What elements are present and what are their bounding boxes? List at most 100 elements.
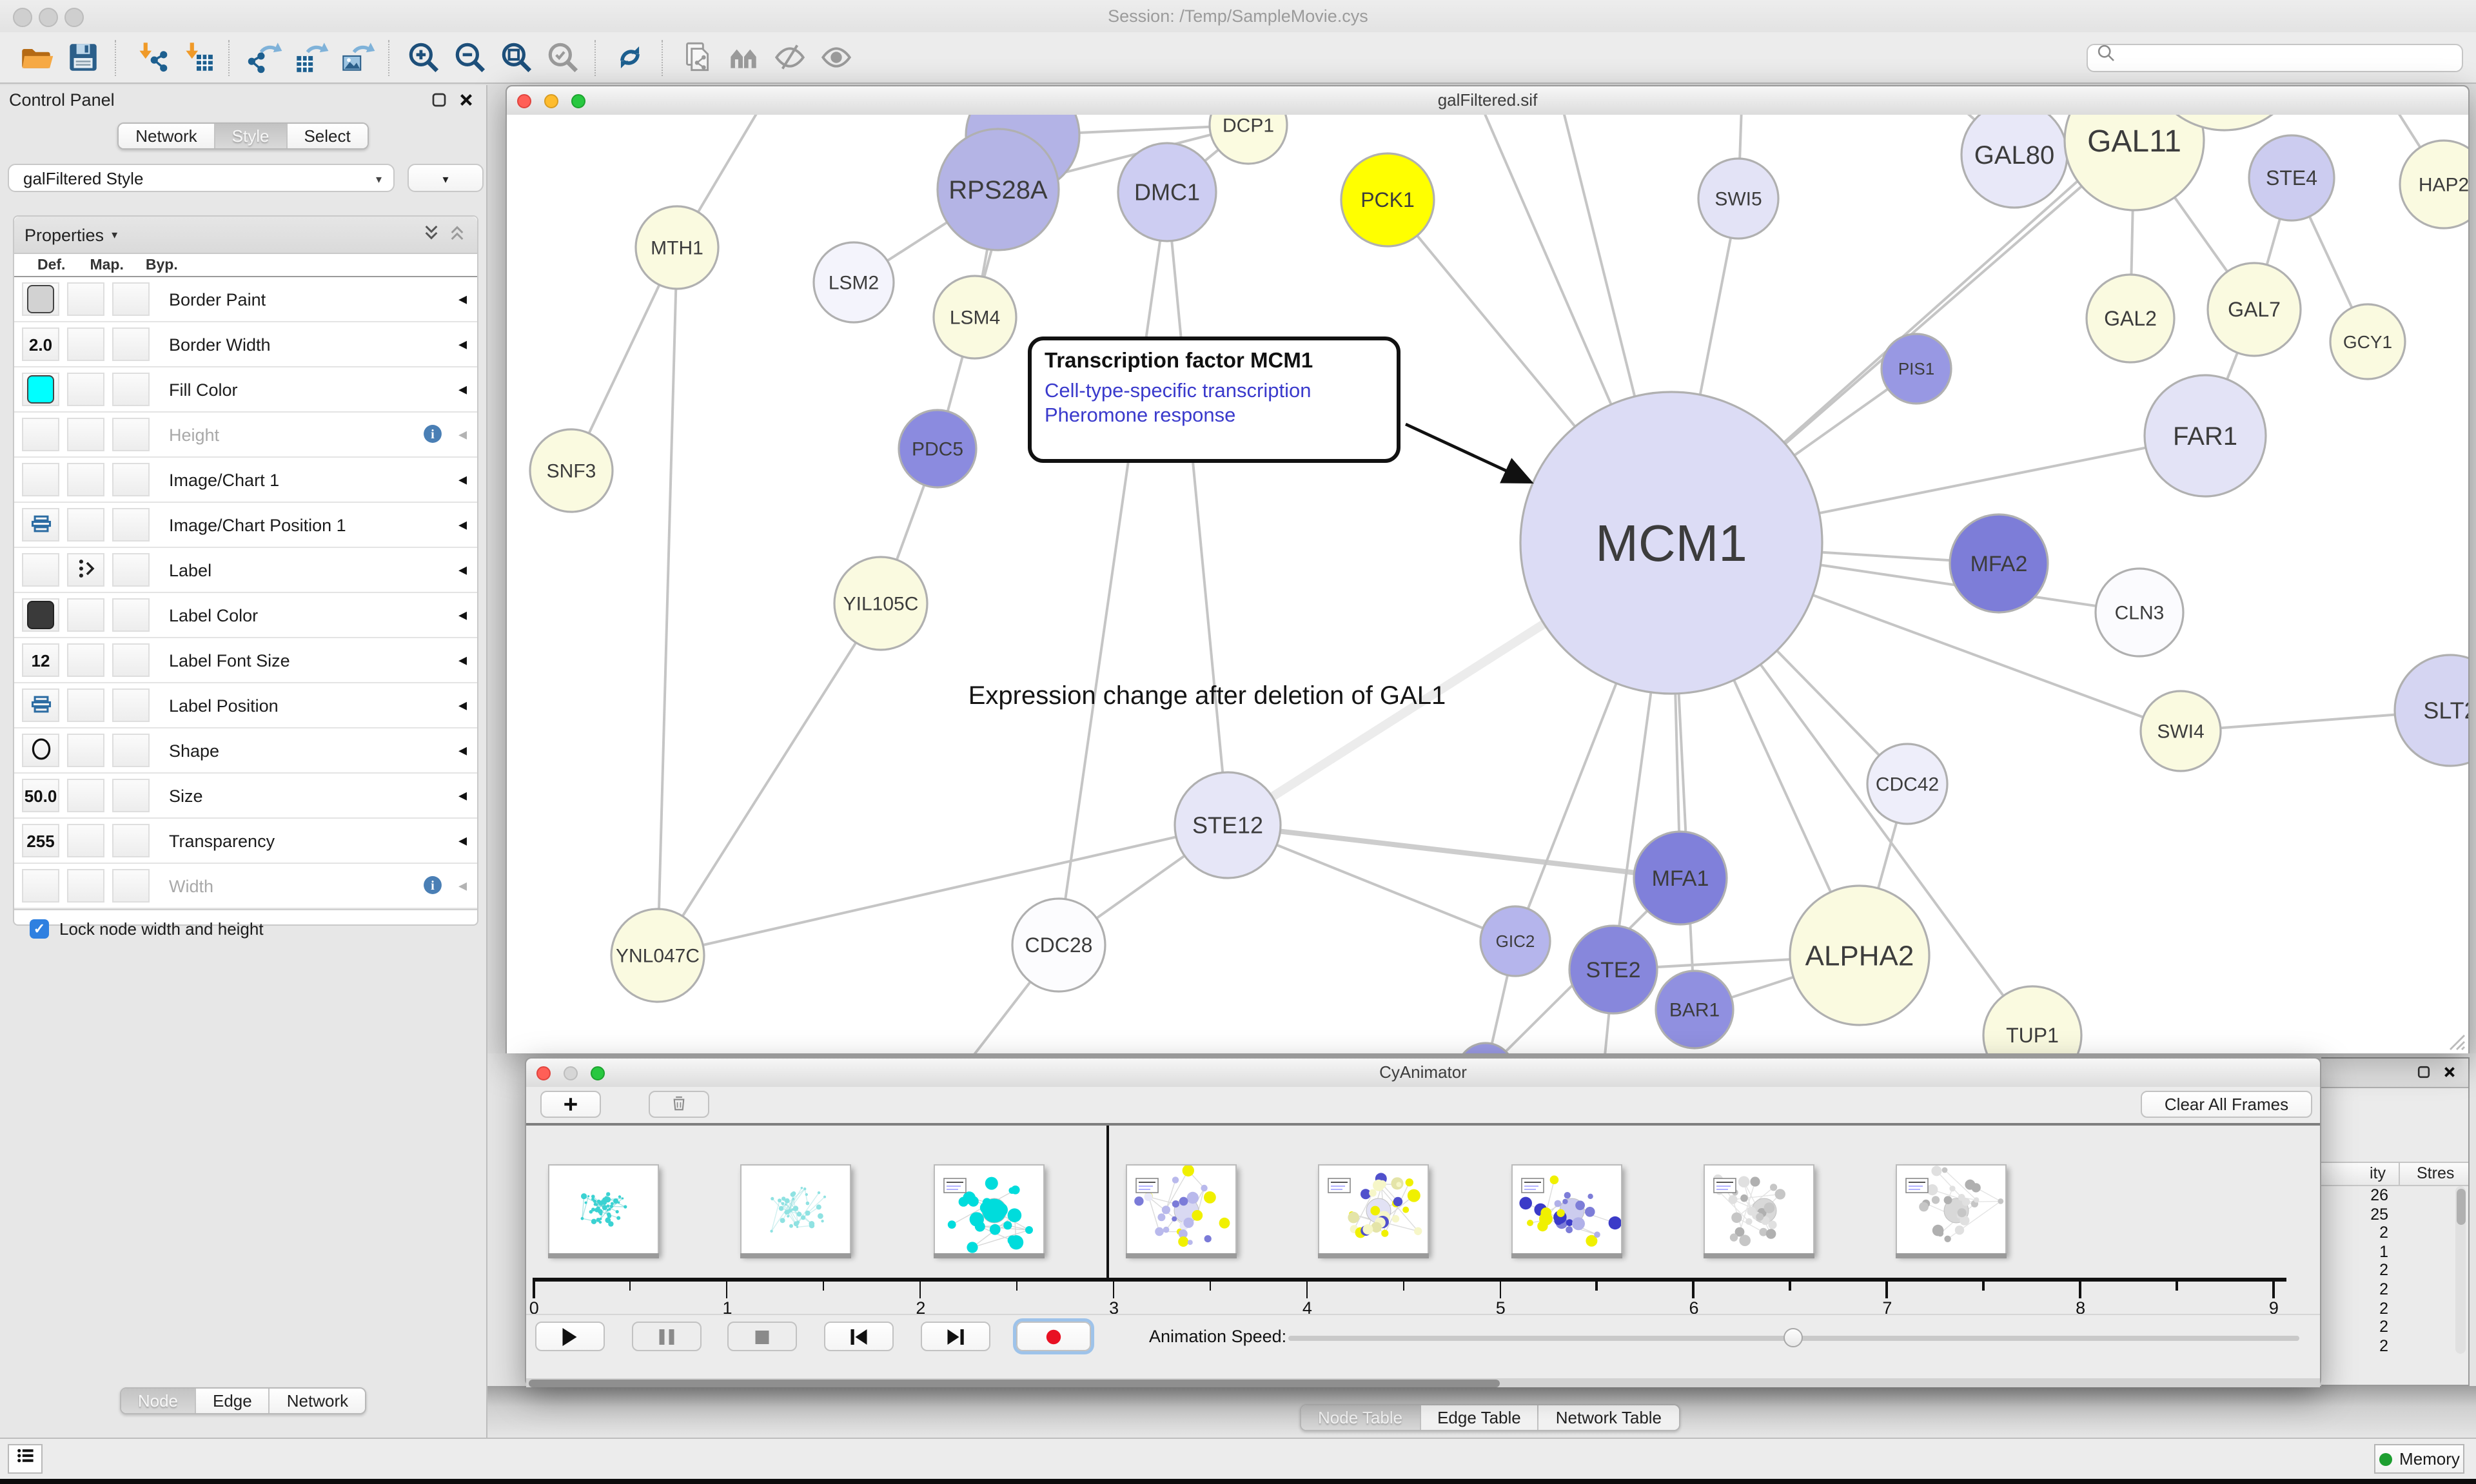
property-cell[interactable]	[112, 688, 150, 722]
network-node-STE12[interactable]: STE12	[1175, 772, 1281, 878]
timeline-frame-8[interactable]	[1896, 1164, 2007, 1255]
network-node-CLN3[interactable]: CLN3	[2096, 569, 2183, 656]
export-network-icon[interactable]	[244, 38, 282, 77]
close-panel-icon[interactable]	[457, 90, 476, 116]
property-row-image-chart-1[interactable]: Image/Chart 1◂	[14, 458, 477, 503]
property-cell[interactable]	[112, 327, 150, 361]
timeline-frame-3[interactable]	[933, 1164, 1044, 1255]
tab-network-table[interactable]: Network Table	[1539, 1405, 1678, 1430]
network-node-GAL80[interactable]: GAL80	[1961, 115, 2067, 208]
network-node-HAP2[interactable]: HAP2	[2400, 141, 2468, 228]
search-field[interactable]	[2087, 43, 2463, 72]
network-node-GAL2[interactable]: GAL2	[2087, 275, 2174, 362]
network-node-STE4[interactable]: STE4	[2249, 135, 2334, 220]
property-row-shape[interactable]: Shape◂	[14, 728, 477, 774]
style-options-button[interactable]: ▾	[408, 164, 484, 192]
network-node-GAL7[interactable]: GAL7	[2208, 263, 2301, 356]
property-cell[interactable]: 255	[22, 824, 59, 857]
expand-row-icon[interactable]: ◂	[458, 740, 467, 761]
property-cell[interactable]	[22, 869, 59, 903]
timeline-frame-4[interactable]	[1126, 1164, 1237, 1255]
save-icon[interactable]	[63, 38, 102, 77]
network-edge[interactable]	[1059, 192, 1167, 945]
expand-row-icon[interactable]: ◂	[458, 469, 467, 490]
property-cell[interactable]	[22, 463, 59, 496]
property-cell[interactable]	[22, 734, 59, 767]
annotation-box[interactable]: Transcription factor MCM1 Cell-type-spec…	[1028, 337, 1400, 463]
resize-grip[interactable]	[2445, 1030, 2466, 1051]
float-panel-icon[interactable]	[2415, 1064, 2432, 1087]
property-row-width[interactable]: Widthi◂	[14, 864, 477, 909]
property-cell[interactable]	[112, 282, 150, 316]
skip-end-button[interactable]	[921, 1322, 990, 1351]
timeline-frame-5[interactable]	[1318, 1164, 1429, 1255]
network-edge[interactable]	[658, 248, 677, 955]
table-row[interactable]: 2	[2321, 1224, 2388, 1242]
network-node-PDC5[interactable]: PDC5	[899, 410, 976, 487]
table-row[interactable]: 2	[2321, 1337, 2388, 1355]
property-cell[interactable]: 12	[22, 643, 59, 677]
zoom-fit-icon[interactable]	[496, 38, 535, 77]
property-row-size[interactable]: 50.0Size◂	[14, 774, 477, 819]
tab-edge[interactable]: Edge	[196, 1389, 270, 1413]
expand-row-icon[interactable]: ◂	[458, 514, 467, 535]
property-cell[interactable]	[22, 688, 59, 722]
network-edge[interactable]	[658, 603, 881, 955]
expand-row-icon[interactable]: ◂	[458, 605, 467, 625]
collapse-all-icon[interactable]	[447, 223, 467, 246]
network-node-LSM4[interactable]: LSM4	[934, 276, 1016, 358]
property-cell[interactable]	[112, 553, 150, 587]
network-node-TUP1[interactable]: TUP1	[1983, 986, 2081, 1053]
task-history-button[interactable]	[8, 1444, 43, 1474]
tab-edge-table[interactable]: Edge Table	[1420, 1405, 1539, 1430]
expand-row-icon[interactable]: ◂	[458, 379, 467, 400]
property-row-label-font-size[interactable]: 12Label Font Size◂	[14, 638, 477, 683]
network-node-DMC1[interactable]: DMC1	[1118, 143, 1216, 241]
network-node-MFA2[interactable]: MFA2	[1950, 514, 2048, 612]
network-node-SWI5[interactable]: SWI5	[1698, 159, 1778, 239]
animation-speed-slider[interactable]	[1288, 1336, 2299, 1340]
property-row-border-width[interactable]: 2.0Border Width◂	[14, 322, 477, 367]
expand-row-icon[interactable]: ◂	[458, 875, 467, 896]
show-details-icon[interactable]	[816, 38, 855, 77]
play-button[interactable]	[535, 1322, 605, 1351]
zoom-in-icon[interactable]	[404, 38, 442, 77]
clipboard-icon[interactable]	[677, 38, 716, 77]
expand-row-icon[interactable]: ◂	[458, 424, 467, 445]
tab-select[interactable]: Select	[287, 124, 367, 148]
network-node-GCY1[interactable]: GCY1	[2330, 304, 2405, 379]
expand-row-icon[interactable]: ◂	[458, 785, 467, 806]
property-cell[interactable]	[67, 282, 104, 316]
property-cell[interactable]	[112, 643, 150, 677]
table-column-header[interactable]: Stres	[2417, 1164, 2454, 1182]
lock-size-checkbox[interactable]: ✓	[30, 919, 49, 939]
network-node-BAR1[interactable]: BAR1	[1656, 971, 1733, 1048]
property-cell[interactable]	[67, 418, 104, 451]
network-node-STE2[interactable]: STE2	[1569, 926, 1657, 1013]
property-row-label-position[interactable]: Label Position◂	[14, 683, 477, 728]
tab-network[interactable]: Network	[119, 124, 215, 148]
property-cell[interactable]	[22, 373, 59, 406]
network-node-FAR1[interactable]: FAR1	[2145, 375, 2266, 496]
table-row[interactable]: 25	[2321, 1205, 2388, 1223]
timeline-frame-7[interactable]	[1704, 1164, 1814, 1255]
timeline-scrollbar[interactable]	[526, 1378, 2320, 1387]
network-edge[interactable]	[1167, 192, 1228, 825]
property-cell[interactable]	[112, 869, 150, 903]
close-panel-icon[interactable]	[2441, 1064, 2458, 1087]
property-row-fill-color[interactable]: Fill Color◂	[14, 367, 477, 413]
network-node-MFA1[interactable]: MFA1	[1634, 832, 1727, 924]
network-node-GAL11[interactable]: GAL11	[2065, 115, 2204, 210]
property-cell[interactable]	[67, 553, 104, 587]
property-cell[interactable]: 50.0	[22, 779, 59, 812]
properties-header[interactable]: Properties	[25, 225, 104, 244]
hide-details-icon[interactable]	[770, 38, 809, 77]
import-table-icon[interactable]	[177, 38, 215, 77]
table-row[interactable]: 2	[2321, 1299, 2388, 1317]
info-icon[interactable]: i	[422, 423, 444, 451]
network-node-CDC42[interactable]: CDC42	[1867, 744, 1947, 824]
refresh-icon[interactable]	[610, 38, 649, 77]
annotation-link-2[interactable]: Pheromone response	[1045, 405, 1384, 428]
record-button[interactable]	[1016, 1322, 1091, 1351]
property-cell[interactable]	[112, 734, 150, 767]
